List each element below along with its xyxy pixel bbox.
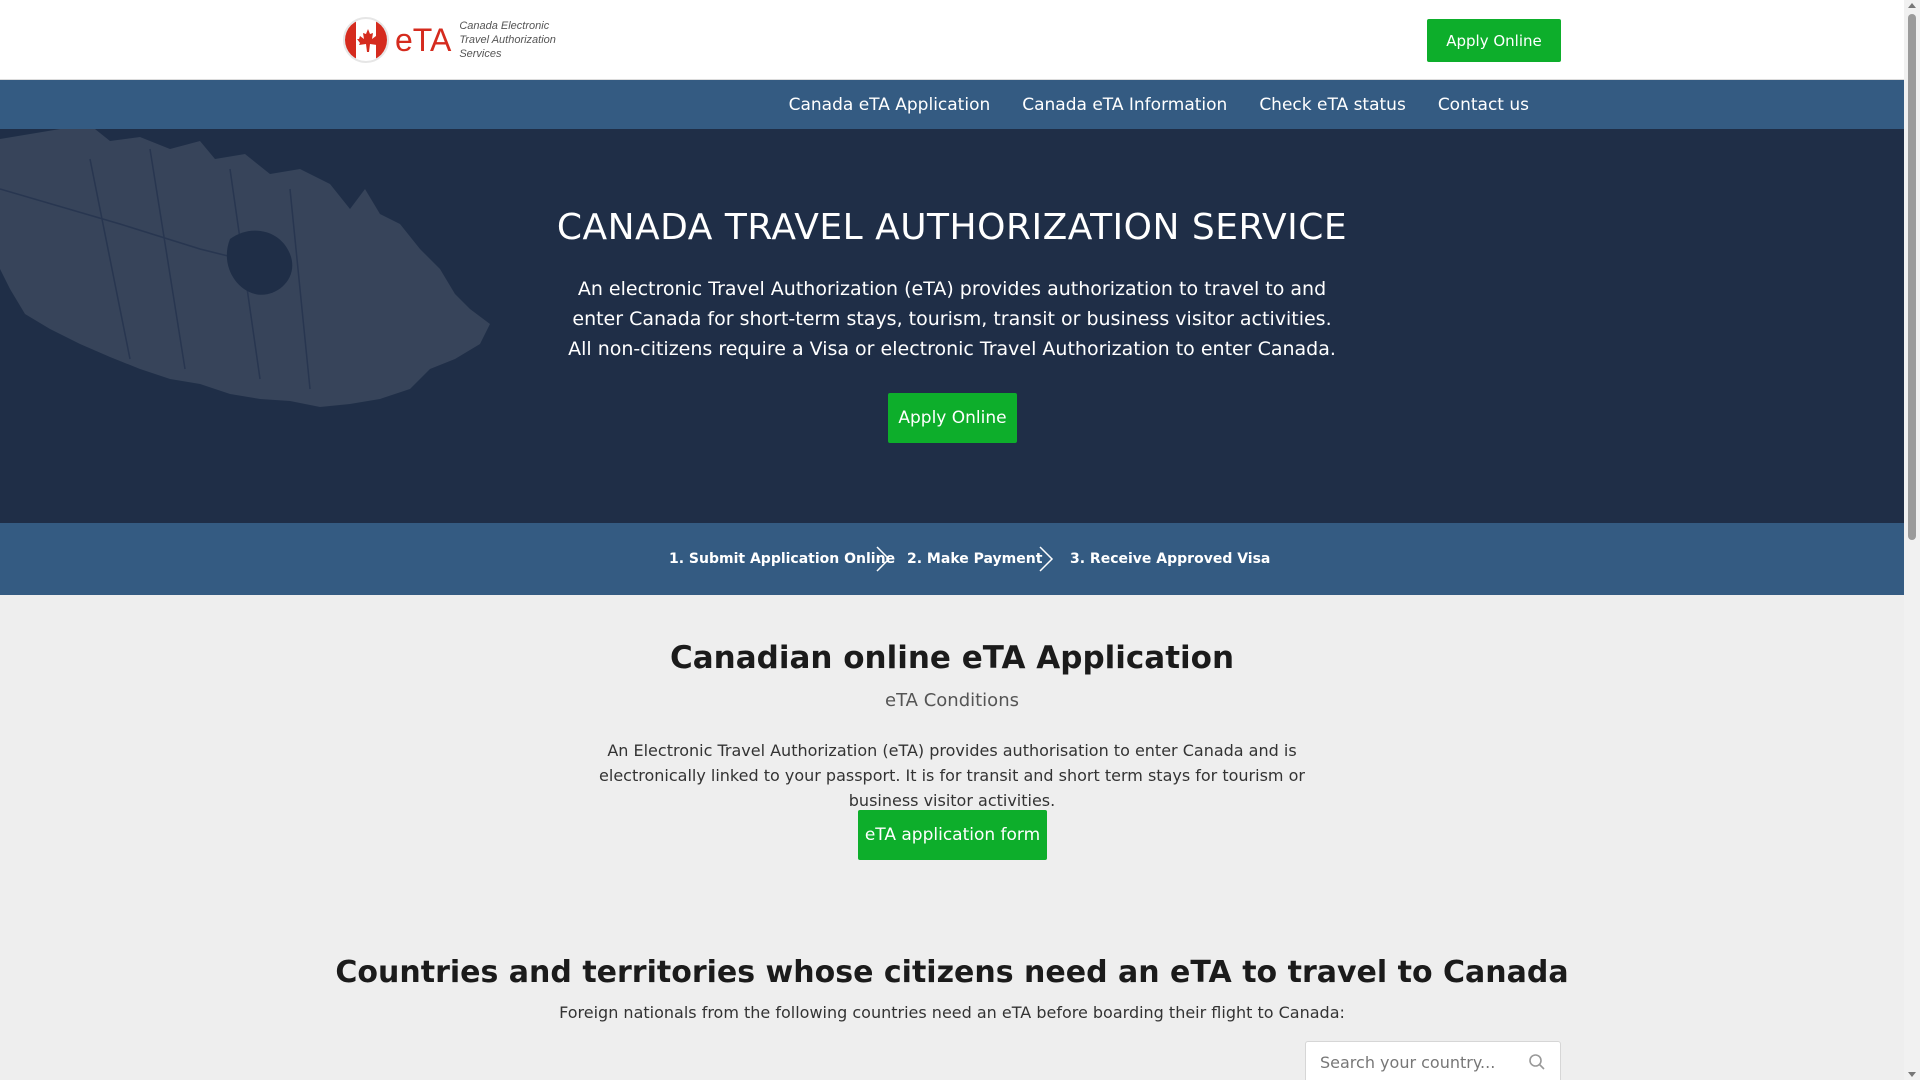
logo-text: eTA	[395, 21, 452, 58]
eta-application-form-button[interactable]: eTA application form	[858, 810, 1047, 860]
hero-section: CANADA TRAVEL AUTHORIZATION SERVICE An e…	[0, 129, 1904, 523]
process-steps-bar: 1. Submit Application Online 2. Make Pay…	[0, 523, 1904, 595]
main-nav: Canada eTA Application Canada eTA Inform…	[0, 80, 1904, 129]
step-submit-application: 1. Submit Application Online	[669, 551, 896, 567]
country-search-input[interactable]	[1320, 1042, 1520, 1080]
step-receive-visa: 3. Receive Approved Visa	[1070, 551, 1271, 567]
hero-title: CANADA TRAVEL AUTHORIZATION SERVICE	[556, 207, 1348, 248]
search-icon[interactable]	[1528, 1053, 1546, 1071]
vertical-scrollbar[interactable]	[1904, 0, 1920, 1080]
application-title: Canadian online eTA Application	[669, 640, 1235, 676]
site-logo[interactable]: eTA Canada Electronic Travel Authorizati…	[343, 17, 579, 63]
logo-subtitle: Canada Electronic Travel Authorization S…	[459, 20, 556, 60]
header-apply-online-button[interactable]: Apply Online	[1427, 19, 1561, 62]
maple-leaf-icon	[343, 17, 389, 63]
scrollbar-thumb[interactable]	[1908, 14, 1916, 540]
step-make-payment: 2. Make Payment	[907, 551, 1043, 567]
hero-description: An electronic Travel Authorization (eTA)…	[568, 278, 1336, 360]
nav-item-eta-application[interactable]: Canada eTA Application	[789, 95, 991, 115]
application-description: An Electronic Travel Authorization (eTA)…	[599, 741, 1305, 810]
page: eTA Canada Electronic Travel Authorizati…	[0, 0, 1904, 1080]
nav-item-check-status[interactable]: Check eTA status	[1259, 95, 1406, 115]
scroll-up-arrow-icon[interactable]	[1908, 3, 1916, 8]
top-header: eTA Canada Electronic Travel Authorizati…	[0, 0, 1904, 80]
canada-map-illustration	[0, 129, 490, 407]
hero-apply-online-button[interactable]: Apply Online	[888, 393, 1017, 443]
country-search-box	[1305, 1041, 1561, 1080]
countries-title: Countries and territories whose citizens…	[335, 955, 1569, 990]
chevron-right-icon	[876, 546, 891, 572]
scroll-down-arrow-icon[interactable]	[1908, 1072, 1916, 1077]
application-subtitle: eTA Conditions	[885, 690, 1019, 711]
countries-subtitle: Foreign nationals from the following cou…	[559, 1003, 1345, 1022]
chevron-right-icon	[1039, 546, 1054, 572]
nav-item-contact-us[interactable]: Contact us	[1438, 95, 1529, 115]
nav-item-eta-information[interactable]: Canada eTA Information	[1022, 95, 1227, 115]
